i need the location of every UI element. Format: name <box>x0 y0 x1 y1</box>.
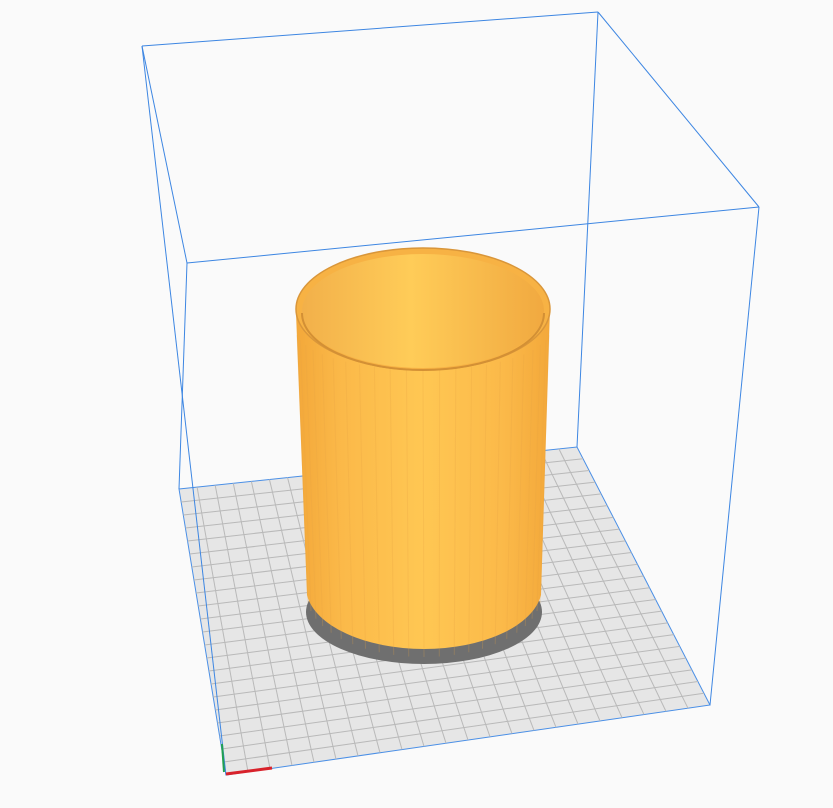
cylinder-model[interactable] <box>295 247 551 658</box>
3d-viewport[interactable] <box>0 0 833 808</box>
cylinder-inner-wall <box>302 254 544 368</box>
scene-canvas[interactable] <box>0 0 833 808</box>
